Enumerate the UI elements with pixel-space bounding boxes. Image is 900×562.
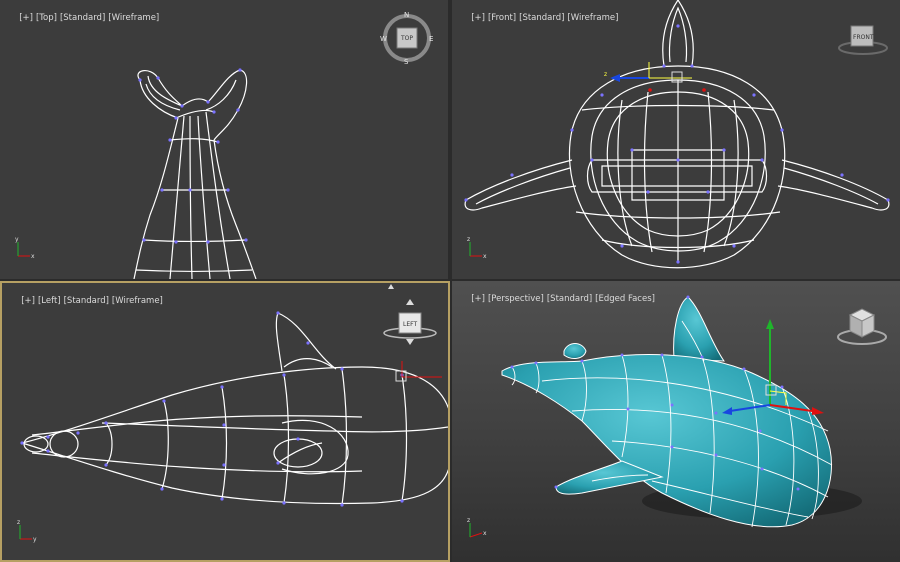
- viewport-point-of-view[interactable]: [Front]: [488, 13, 516, 23]
- svg-text:y: y: [33, 536, 37, 543]
- front-view-scene: z FRONT x z: [464, 0, 890, 269]
- svg-text:z: z: [17, 519, 20, 526]
- viewport-perspective[interactable]: [+] [Perspective] [Standard] [Edged Faces]: [452, 281, 900, 562]
- viewport-label-top[interactable]: [+] [Top] [Standard] [Wireframe]: [3, 3, 162, 33]
- svg-text:N: N: [404, 11, 409, 19]
- dolphin-wireframe-left[interactable]: [21, 312, 450, 506]
- svg-text:W: W: [380, 35, 387, 43]
- svg-text:x: x: [483, 253, 487, 260]
- viewport-point-of-view[interactable]: [Perspective]: [488, 294, 544, 304]
- svg-text:S: S: [404, 58, 409, 66]
- svg-text:z: z: [467, 236, 470, 243]
- viewcube-front[interactable]: FRONT: [838, 25, 888, 55]
- svg-text:z: z: [467, 517, 470, 524]
- axis-tripod-front: x z: [467, 236, 487, 260]
- axis-tripod-perspective: x z: [467, 517, 487, 538]
- perspective-view-scene: x z: [467, 295, 887, 538]
- viewport-shading-preset[interactable]: [Standard]: [547, 294, 592, 304]
- viewcube-top[interactable]: TOP N E S W: [380, 11, 433, 66]
- viewport-label-perspective[interactable]: [+] [Perspective] [Standard] [Edged Faces]: [455, 284, 658, 314]
- transform-gizmo-front[interactable]: z: [604, 62, 692, 83]
- axis-tripod-top: x y: [15, 236, 35, 260]
- viewport-grid: [+] [Top] [Standard] [Wireframe] TOP N E…: [0, 0, 900, 562]
- svg-text:FRONT: FRONT: [853, 34, 874, 41]
- viewport-point-of-view[interactable]: [Left]: [38, 296, 61, 306]
- viewport-label-front[interactable]: [+] [Front] [Standard] [Wireframe]: [455, 3, 621, 33]
- dolphin-wireframe-front[interactable]: [464, 0, 890, 269]
- axis-tripod-left: y z: [17, 519, 37, 543]
- svg-text:y: y: [15, 236, 19, 243]
- vertex-points-front: [464, 24, 890, 264]
- viewport-shading-preset[interactable]: [Standard]: [64, 296, 109, 306]
- viewport-shading-preset[interactable]: [Standard]: [60, 13, 105, 23]
- svg-text:z: z: [604, 71, 607, 78]
- svg-text:TOP: TOP: [400, 35, 413, 42]
- viewport-menu-plus[interactable]: [+]: [21, 296, 35, 306]
- viewport-label-left[interactable]: [+] [Left] [Standard] [Wireframe]: [5, 286, 166, 316]
- viewport-menu-plus[interactable]: [+]: [471, 294, 485, 304]
- left-view-scene: LEFT y z: [17, 284, 450, 543]
- viewport-display-mode[interactable]: [Edged Faces]: [595, 294, 655, 304]
- svg-text:x: x: [31, 253, 35, 260]
- top-view-scene: TOP N E S W x y: [15, 11, 433, 279]
- viewport-front[interactable]: [+] [Front] [Standard] [Wireframe] z FRO…: [452, 0, 900, 279]
- viewport-display-mode[interactable]: [Wireframe]: [112, 296, 163, 306]
- viewport-shading-preset[interactable]: [Standard]: [519, 13, 564, 23]
- viewcube-left[interactable]: LEFT: [383, 284, 437, 345]
- viewport-left[interactable]: [+] [Left] [Standard] [Wireframe] LEFT y…: [0, 281, 450, 562]
- viewport-display-mode[interactable]: [Wireframe]: [567, 13, 618, 23]
- svg-text:x: x: [483, 530, 487, 537]
- viewcube-perspective[interactable]: [837, 308, 887, 345]
- dolphin-wireframe-top[interactable]: [133, 69, 257, 279]
- svg-text:E: E: [429, 35, 433, 43]
- svg-text:LEFT: LEFT: [403, 321, 417, 328]
- viewport-display-mode[interactable]: [Wireframe]: [108, 13, 159, 23]
- vertex-points-top: [138, 68, 248, 244]
- viewport-menu-plus[interactable]: [+]: [471, 13, 485, 23]
- viewport-menu-plus[interactable]: [+]: [19, 13, 33, 23]
- viewport-top[interactable]: [+] [Top] [Standard] [Wireframe] TOP N E…: [0, 0, 448, 279]
- viewport-point-of-view[interactable]: [Top]: [36, 13, 57, 23]
